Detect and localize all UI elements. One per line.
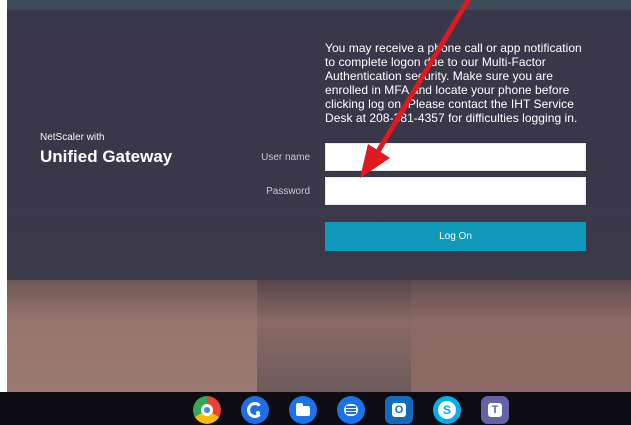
dock: O S T	[193, 396, 527, 424]
messages-icon[interactable]	[337, 396, 365, 424]
outlook-letter: O	[392, 403, 406, 417]
files-icon[interactable]	[289, 396, 317, 424]
outlook-icon[interactable]: O	[385, 396, 413, 424]
brand-title: Unified Gateway	[40, 147, 173, 166]
teams-icon[interactable]: T	[481, 396, 509, 424]
skype-icon[interactable]: S	[433, 396, 461, 424]
chrome-icon[interactable]	[193, 396, 221, 424]
wallpaper-glow-left	[7, 280, 257, 392]
brand: NetScaler with Unified Gateway	[40, 132, 172, 168]
password-label: Password	[266, 186, 310, 197]
window-top-band	[7, 0, 631, 10]
username-label: User name	[261, 152, 310, 163]
log-on-button[interactable]: Log On	[325, 222, 586, 251]
folder-icon	[296, 403, 310, 416]
screen: NetScaler with Unified Gateway You may r…	[0, 0, 631, 425]
skype-letter: S	[438, 401, 456, 419]
password-input[interactable]	[325, 177, 586, 205]
teams-letter: T	[488, 403, 502, 417]
mfa-notice: You may receive a phone call or app noti…	[325, 41, 582, 125]
username-input[interactable]	[325, 143, 586, 171]
app-icon-mark	[247, 402, 263, 418]
chrome-icon-center	[201, 404, 213, 416]
brand-subtitle: NetScaler with	[40, 132, 105, 143]
app-icon[interactable]	[241, 396, 269, 424]
wallpaper-glow-right	[411, 280, 631, 392]
chat-bubble-icon	[344, 404, 358, 416]
